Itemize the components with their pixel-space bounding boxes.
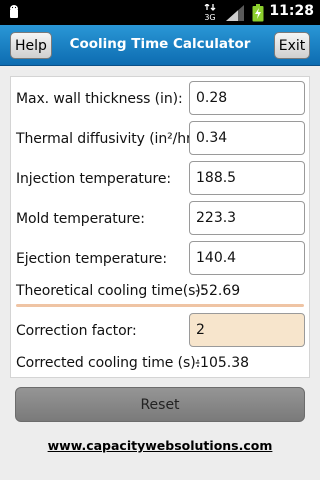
help-button[interactable]: Help <box>10 32 52 59</box>
wall-thickness-label: Max. wall thickness (in): <box>16 91 183 107</box>
app-title: Cooling Time Calculator <box>69 36 251 52</box>
reset-button[interactable]: Reset <box>15 387 305 422</box>
signal-icon <box>226 5 244 25</box>
mold-temperature-field[interactable]: 223.3 <box>189 201 305 235</box>
calculator-form: Max. wall thickness (in): 0.28 Thermal d… <box>10 76 310 378</box>
injection-temperature-label: Injection temperature: <box>16 171 171 187</box>
ejection-temperature-field[interactable]: 140.4 <box>189 241 305 275</box>
correction-factor-label: Correction factor: <box>16 323 137 339</box>
status-bar: 3G 11:28 <box>0 0 320 25</box>
corrected-cooling-time-value: -105.38 <box>195 355 250 371</box>
android-usb-icon <box>6 3 22 25</box>
title-bar: Help Cooling Time Calculator Exit <box>0 25 320 66</box>
injection-temperature-field[interactable]: 188.5 <box>189 161 305 195</box>
theoretical-cooling-time-value: -52.69 <box>195 283 241 299</box>
mold-temperature-label: Mold temperature: <box>16 211 145 227</box>
wall-thickness-field[interactable]: 0.28 <box>189 81 305 115</box>
correction-factor-field[interactable]: 2 <box>189 313 305 347</box>
ejection-temperature-label: Ejection temperature: <box>16 251 167 267</box>
mobile-data-icon: 3G <box>203 3 217 26</box>
website-link[interactable]: www.capacitywebsolutions.com <box>0 438 320 453</box>
thermal-diffusivity-field[interactable]: 0.34 <box>189 121 305 155</box>
divider <box>16 304 304 307</box>
network-type-label: 3G <box>204 13 215 22</box>
battery-charging-icon <box>252 4 264 26</box>
theoretical-cooling-time-label: Theoretical cooling time(s): <box>16 283 206 299</box>
clock: 11:28 <box>269 3 314 19</box>
corrected-cooling-time-label: Corrected cooling time (s): <box>16 355 201 371</box>
thermal-diffusivity-label: Thermal diffusivity (in²/hr): <box>16 131 202 147</box>
exit-button[interactable]: Exit <box>274 32 310 59</box>
